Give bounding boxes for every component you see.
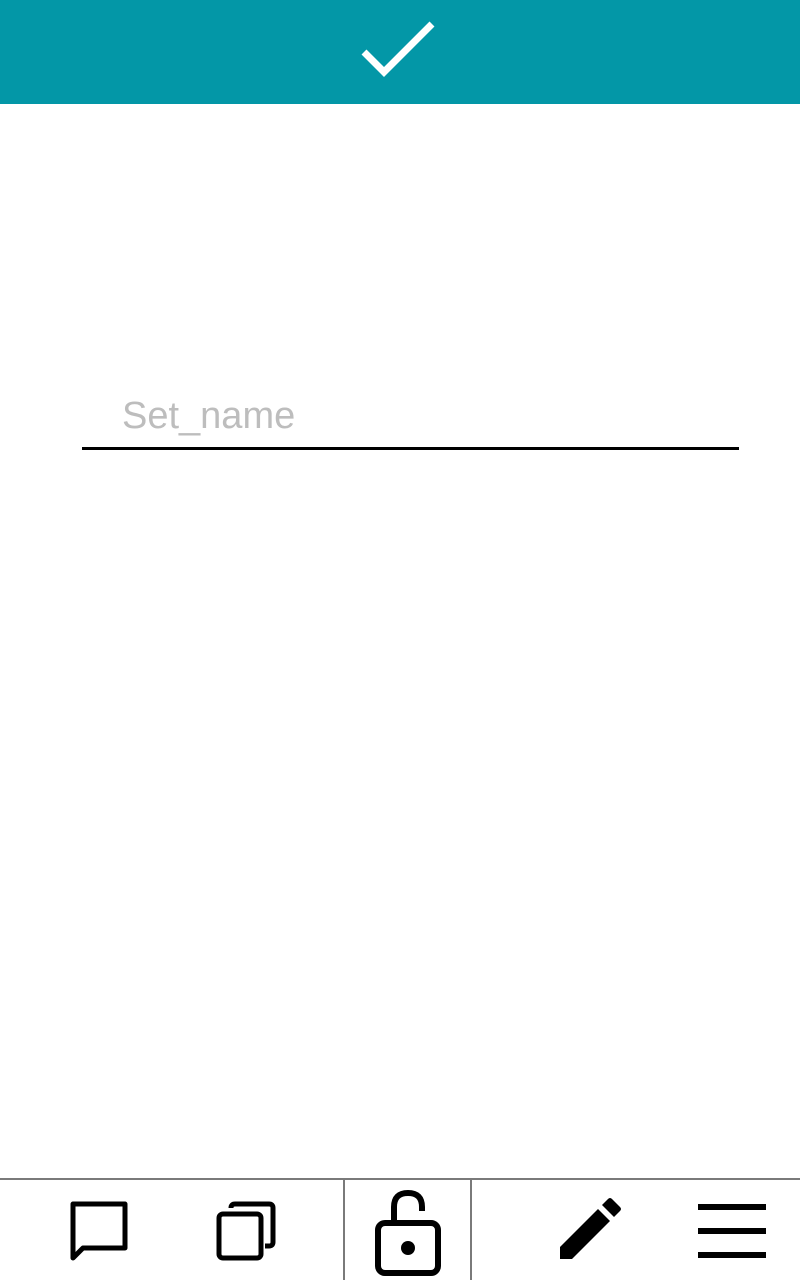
lock-button[interactable]	[366, 1186, 450, 1276]
screen	[0, 0, 800, 1280]
pencil-icon	[560, 1198, 621, 1259]
confirm-button[interactable]	[350, 14, 446, 90]
toolbar-divider-left	[343, 1180, 345, 1280]
top-app-bar	[0, 0, 800, 104]
toolbar-divider-right	[470, 1180, 472, 1280]
hamburger-menu-icon	[698, 1204, 766, 1258]
copy-button[interactable]	[202, 1186, 286, 1276]
chat-bubble-icon	[70, 1201, 128, 1261]
unlocked-padlock-icon	[375, 1189, 441, 1276]
bottom-toolbar	[0, 1178, 800, 1280]
menu-button[interactable]	[688, 1186, 772, 1276]
name-field[interactable]	[82, 380, 739, 450]
name-input[interactable]	[122, 388, 722, 444]
edit-button[interactable]	[546, 1186, 630, 1276]
comment-button[interactable]	[54, 1186, 138, 1276]
copy-icon	[216, 1201, 276, 1261]
check-icon	[361, 21, 435, 77]
